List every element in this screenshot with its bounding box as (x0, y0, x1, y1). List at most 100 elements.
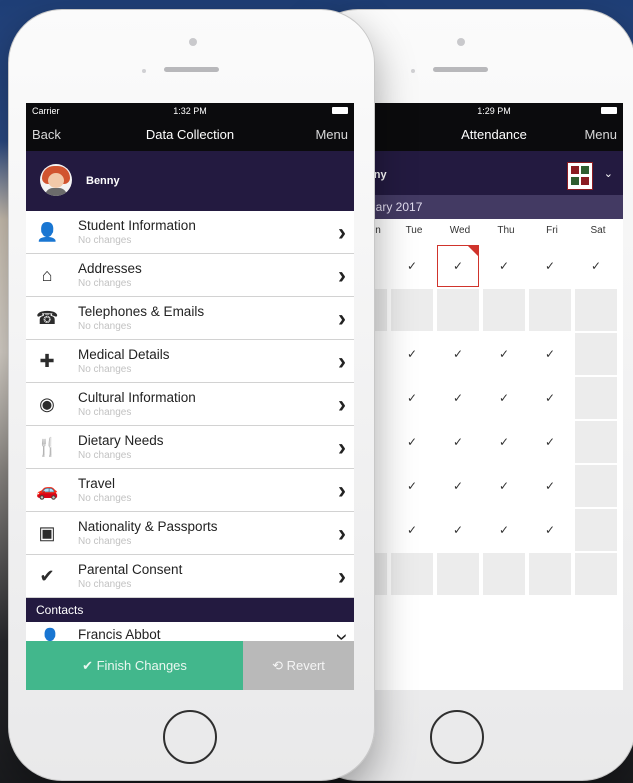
checkmark-icon: ✓ (406, 523, 418, 537)
day-cell[interactable]: ✓ (529, 465, 571, 507)
day-cell[interactable]: ✓ (391, 245, 433, 287)
day-cell[interactable]: ✓ (391, 333, 433, 375)
day-cell[interactable]: ✓ (529, 377, 571, 419)
home-button[interactable] (430, 710, 484, 764)
day-cell[interactable] (437, 289, 479, 331)
checkmark-icon: ✓ (498, 259, 510, 273)
weekday-label: Fri (546, 225, 558, 236)
day-cell[interactable]: ✓ (529, 333, 571, 375)
day-cell[interactable] (437, 553, 479, 595)
list-item[interactable]: 🚗 Travel No changes › (26, 469, 354, 512)
month-label: uary 2017 (365, 195, 623, 219)
day-cell[interactable]: ✓ (529, 245, 571, 287)
car-icon: 🚗 (36, 480, 59, 500)
list-item[interactable]: ✔ Parental Consent No changes › (26, 555, 354, 598)
battery-icon (332, 107, 348, 114)
chevron-right-icon: › (338, 348, 346, 375)
chevron-right-icon: › (338, 563, 346, 590)
navbar: Attendance Menu (365, 119, 623, 151)
day-cell[interactable]: ✓ (391, 509, 433, 551)
medical-kit-icon: ✚ (39, 351, 55, 371)
day-cell[interactable]: ✓ (391, 465, 433, 507)
selected-day-cell[interactable]: ✓ (437, 245, 479, 287)
checkmark-icon: ✓ (498, 479, 510, 493)
day-cell[interactable]: ✓ (391, 377, 433, 419)
checkmark-icon: ✓ (452, 435, 464, 449)
day-cell[interactable]: ✓ (483, 509, 525, 551)
list-item[interactable]: ✚ Medical Details No changes › (26, 340, 354, 383)
day-cell[interactable] (529, 553, 571, 595)
day-cell[interactable] (575, 509, 617, 551)
day-cell[interactable] (391, 553, 433, 595)
checkmark-icon: ✓ (590, 259, 602, 273)
cutlery-icon: 🍴 (36, 437, 59, 457)
phone-icon: ☎ (36, 308, 59, 328)
list-item[interactable]: ☎ Telephones & Emails No changes › (26, 297, 354, 340)
revert-button[interactable]: ⟲ Revert (243, 641, 354, 690)
day-cell[interactable]: ✓ (529, 421, 571, 463)
finish-changes-button[interactable]: ✔ Finish Changes (26, 641, 243, 690)
list-item[interactable]: 🍴 Dietary Needs No changes › (26, 426, 354, 469)
contacts-section-header: Contacts (26, 598, 354, 622)
day-cell[interactable]: ✓ (483, 421, 525, 463)
list-item-status: No changes (78, 407, 132, 418)
battery-icon (601, 107, 617, 114)
day-cell[interactable]: ✓ (483, 245, 525, 287)
chevron-right-icon: › (338, 434, 346, 461)
list-item[interactable]: ⌂ Addresses No changes › (26, 254, 354, 297)
day-cell[interactable] (529, 289, 571, 331)
list-item-title: Parental Consent (78, 562, 183, 577)
day-cell[interactable]: ✓ (437, 377, 479, 419)
weekday-header: n Tue Wed Thu Fri Sat (365, 219, 623, 243)
day-cell[interactable] (575, 553, 617, 595)
day-cell[interactable] (483, 289, 525, 331)
day-cell[interactable] (483, 553, 525, 595)
list-item-status: No changes (78, 450, 132, 461)
day-cell[interactable] (575, 465, 617, 507)
earpiece-speaker (164, 67, 219, 72)
navbar: Back Data Collection Menu (26, 119, 354, 151)
menu-button[interactable]: Menu (315, 127, 348, 142)
attendance-calendar: ✓ ✓ ✓ ✓ ✓ ✓ ✓ ✓ ✓ ✓ ✓ ✓ ✓ ✓ ✓ ✓ ✓ ✓ ✓ ✓ ✓ ✓ ✓ ✓ ✓ (365, 243, 623, 603)
menu-button[interactable]: Menu (584, 127, 617, 142)
checkmark-icon: ✓ (406, 347, 418, 361)
checkmark-icon: ✓ (544, 347, 556, 361)
earpiece-speaker (433, 67, 488, 72)
day-cell[interactable]: ✓ (483, 465, 525, 507)
day-cell[interactable] (575, 289, 617, 331)
attendance-screen: 1:29 PM Attendance Menu nny ⌄ uary 2017 … (365, 103, 623, 690)
day-cell[interactable]: ✓ (391, 421, 433, 463)
chevron-down-icon[interactable]: ⌄ (604, 167, 613, 180)
home-button[interactable] (163, 710, 217, 764)
day-cell[interactable] (575, 421, 617, 463)
day-cell[interactable]: ✓ (437, 465, 479, 507)
checkmark-icon: ✓ (452, 259, 464, 273)
list-item[interactable]: ▣ Nationality & Passports No changes › (26, 512, 354, 555)
day-cell[interactable]: ✓ (575, 245, 617, 287)
list-item-title: Travel (78, 476, 116, 491)
day-cell[interactable] (391, 289, 433, 331)
chevron-right-icon: › (338, 305, 346, 332)
list-item-status: No changes (78, 536, 132, 547)
list-item[interactable]: ◉ Cultural Information No changes › (26, 383, 354, 426)
day-cell[interactable]: ✓ (483, 333, 525, 375)
day-cell[interactable] (575, 333, 617, 375)
chevron-right-icon: › (338, 262, 346, 289)
day-cell[interactable]: ✓ (483, 377, 525, 419)
list-item[interactable]: 👤 Student Information No changes › (26, 211, 354, 254)
checkmark-icon: ✓ (544, 435, 556, 449)
checkmark-icon: ✓ (544, 523, 556, 537)
checkmark-icon: ✓ (544, 391, 556, 405)
day-cell[interactable]: ✓ (437, 421, 479, 463)
page-title: Data Collection (145, 127, 235, 142)
status-bar: 1:29 PM (365, 103, 623, 119)
day-cell[interactable] (575, 377, 617, 419)
student-header[interactable]: nny ⌄ (365, 151, 623, 195)
checkmark-icon: ✓ (452, 523, 464, 537)
day-cell[interactable]: ✓ (437, 333, 479, 375)
day-cell[interactable]: ✓ (529, 509, 571, 551)
sensor (411, 69, 415, 73)
day-cell[interactable]: ✓ (437, 509, 479, 551)
status-time: 1:32 PM (173, 106, 207, 116)
checkmark-icon: ✓ (498, 347, 510, 361)
